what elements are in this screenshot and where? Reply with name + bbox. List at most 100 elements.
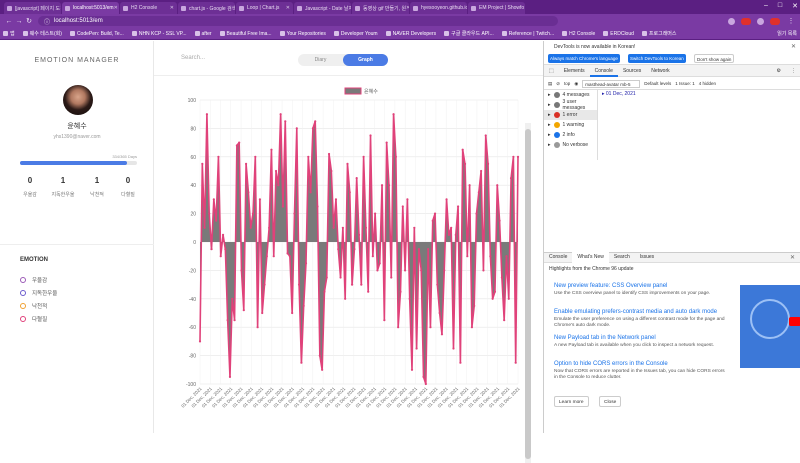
emotion-item[interactable]: 다혈질 [20, 315, 47, 323]
browser-tab[interactable]: Javascript - Date 날자✕ [294, 2, 351, 14]
close-tab-icon[interactable]: ✕ [60, 5, 61, 11]
sidebar-toggle-icon[interactable]: ▤ [548, 81, 552, 87]
tab-network[interactable]: Network [646, 65, 674, 77]
drawer-tab[interactable]: What's New [572, 252, 609, 263]
data-point [392, 113, 395, 116]
data-point [295, 127, 298, 130]
whats-new-desc: Now that CORS errors are reported in the… [554, 369, 725, 380]
browser-tab[interactable]: Loop | Chart.js ✕ [236, 2, 293, 14]
bookmark-item[interactable]: H2 Console [562, 31, 595, 37]
close-icon[interactable]: ✕ [792, 2, 798, 10]
clear-console-icon[interactable]: ⊘ [556, 81, 560, 87]
profile-avatar[interactable] [770, 17, 780, 25]
emotion-item[interactable]: 지독한우울 [20, 289, 57, 297]
emotion-item[interactable]: 우울감 [20, 276, 47, 284]
eye-icon[interactable]: ◉ [574, 81, 578, 87]
menu-kebab-icon[interactable]: ⋮ [786, 65, 800, 77]
bookmark-item[interactable]: CodePen: Build, Te... [69, 31, 124, 37]
close-tab-icon[interactable]: ✕ [286, 5, 290, 11]
tab-sources[interactable]: Sources [618, 65, 646, 77]
bookmark-item[interactable]: ERDCloud [603, 31, 634, 37]
close-button[interactable]: Close [599, 396, 622, 407]
dont-show-again-button[interactable]: Don't show again [694, 54, 735, 63]
close-tab-icon[interactable]: ✕ [524, 5, 525, 11]
close-icon[interactable]: ✕ [790, 254, 795, 261]
bookmark-icon [3, 31, 8, 36]
browser-tab[interactable]: hyesooyeon.github.io✕ [410, 2, 467, 14]
close-icon[interactable]: ✕ [791, 43, 796, 50]
minimize-icon[interactable]: – [764, 2, 768, 10]
tab-elements[interactable]: Elements [559, 65, 590, 77]
bookmark-icon [641, 31, 647, 36]
back-icon[interactable]: ← [4, 18, 14, 25]
bookmark-item[interactable]: 웨수 테스트(회) [22, 30, 62, 37]
whats-new-title[interactable]: Enable emulating prefers-contrast media … [554, 309, 729, 315]
levels-dropdown[interactable]: Default levels [644, 81, 671, 86]
data-point [293, 212, 296, 215]
url-field[interactable]: ⓘ localhost:5013/em [38, 16, 558, 26]
inspect-icon[interactable]: ⬚ [544, 65, 559, 77]
context-select[interactable]: top [564, 81, 570, 86]
console-filter-item[interactable]: ▸ 1 error [544, 110, 597, 120]
bookmark-item[interactable]: after [194, 31, 212, 37]
close-tab-icon[interactable]: ✕ [114, 5, 118, 11]
switch-korean-button[interactable]: Switch DevTools to Korean [628, 54, 686, 63]
drawer-tab[interactable]: Console [544, 252, 572, 263]
browser-tab[interactable]: [javascript] 페이지 도✕ [4, 2, 61, 14]
bookmark-item[interactable]: 앱 [3, 30, 15, 37]
scrollbar-thumb[interactable] [525, 129, 531, 459]
data-point [436, 283, 439, 286]
bookmark-item[interactable]: Developer Youm [333, 31, 378, 37]
data-point [247, 191, 250, 194]
data-point [454, 233, 457, 236]
data-point [272, 255, 275, 258]
browser-tab[interactable]: chart.js - Google 검색✕ [178, 2, 235, 14]
puzzle-icon[interactable] [757, 17, 764, 25]
whats-new-title[interactable]: New preview feature: CSS Overview panel [554, 283, 729, 289]
close-tab-icon[interactable]: ✕ [170, 5, 174, 11]
extension-icon[interactable] [741, 17, 751, 25]
drawer-tab[interactable]: Issues [635, 252, 659, 263]
y-tick-label: -80 [189, 354, 196, 360]
reload-icon[interactable]: ↻ [24, 17, 34, 25]
drawer-tab[interactable]: Search [609, 252, 635, 263]
search-input[interactable]: Search... [181, 55, 261, 61]
maximize-icon[interactable]: □ [778, 2, 782, 10]
whats-new-heading: Highlights from the Chrome 96 update [549, 266, 634, 272]
browser-tab[interactable]: EM Project | Showfo✕ [468, 2, 525, 14]
whats-new-title[interactable]: Option to hide CORS errors in the Consol… [554, 361, 729, 367]
whats-new-title[interactable]: New Payload tab in the Network panel [554, 335, 729, 341]
menu-kebab-icon[interactable]: ⋮ [786, 17, 796, 25]
bookmark-item[interactable]: Your Repositories [279, 31, 326, 37]
console-output-line[interactable]: ▸ 01 Dec, 2021 [602, 91, 636, 97]
tab-console[interactable]: Console [589, 65, 618, 77]
filter-input[interactable]: masthead-avatar mb-5 [582, 79, 641, 88]
star-icon[interactable] [728, 17, 735, 25]
console-filter-item[interactable]: ▸ 1 warning [544, 120, 597, 130]
diary-toggle-button[interactable]: Diary [298, 54, 343, 66]
data-point [450, 226, 453, 229]
graph-toggle-button[interactable]: Graph [343, 54, 388, 66]
bookmark-item[interactable]: 프로그래머스 [641, 30, 677, 37]
learn-more-button[interactable]: Learn more [554, 396, 589, 407]
match-language-button[interactable]: Always match Chrome's language [548, 54, 620, 63]
console-filter-item[interactable]: ▸ 3 user messages [544, 99, 597, 111]
whats-new-item: New preview feature: CSS Overview panel U… [554, 283, 729, 297]
close-tab-icon[interactable]: ✕ [406, 5, 409, 11]
reading-list[interactable]: 읽기 목록 [777, 30, 797, 37]
browser-tab[interactable]: 동영상 gif 만들기, 원 ✕ [352, 2, 409, 14]
emotion-item[interactable]: 낙천적 [20, 302, 47, 310]
browser-tab[interactable]: H2 Console ✕ [120, 2, 177, 14]
bookmark-item[interactable]: NHN KCP - SSL VP... [131, 31, 187, 37]
bookmark-item[interactable]: Reference | Twitch... [501, 31, 554, 37]
play-icon[interactable] [789, 317, 800, 326]
console-filter-item[interactable]: ▸ No verbose [544, 140, 597, 150]
gear-icon[interactable]: ⚙ [772, 65, 786, 77]
bookmark-item[interactable]: Beautiful Free Ima... [219, 31, 272, 37]
browser-tab[interactable]: localhost:5013/em ✕ [62, 2, 119, 14]
bookmark-item[interactable]: 구글 클라우드 API... [444, 30, 494, 37]
bookmark-item[interactable]: NAVER Developers [385, 31, 436, 37]
forward-icon[interactable]: → [14, 18, 24, 25]
console-filter-item[interactable]: ▸ 2 info [544, 130, 597, 140]
issues-badge[interactable]: 1 Issue: 1 [675, 81, 695, 86]
